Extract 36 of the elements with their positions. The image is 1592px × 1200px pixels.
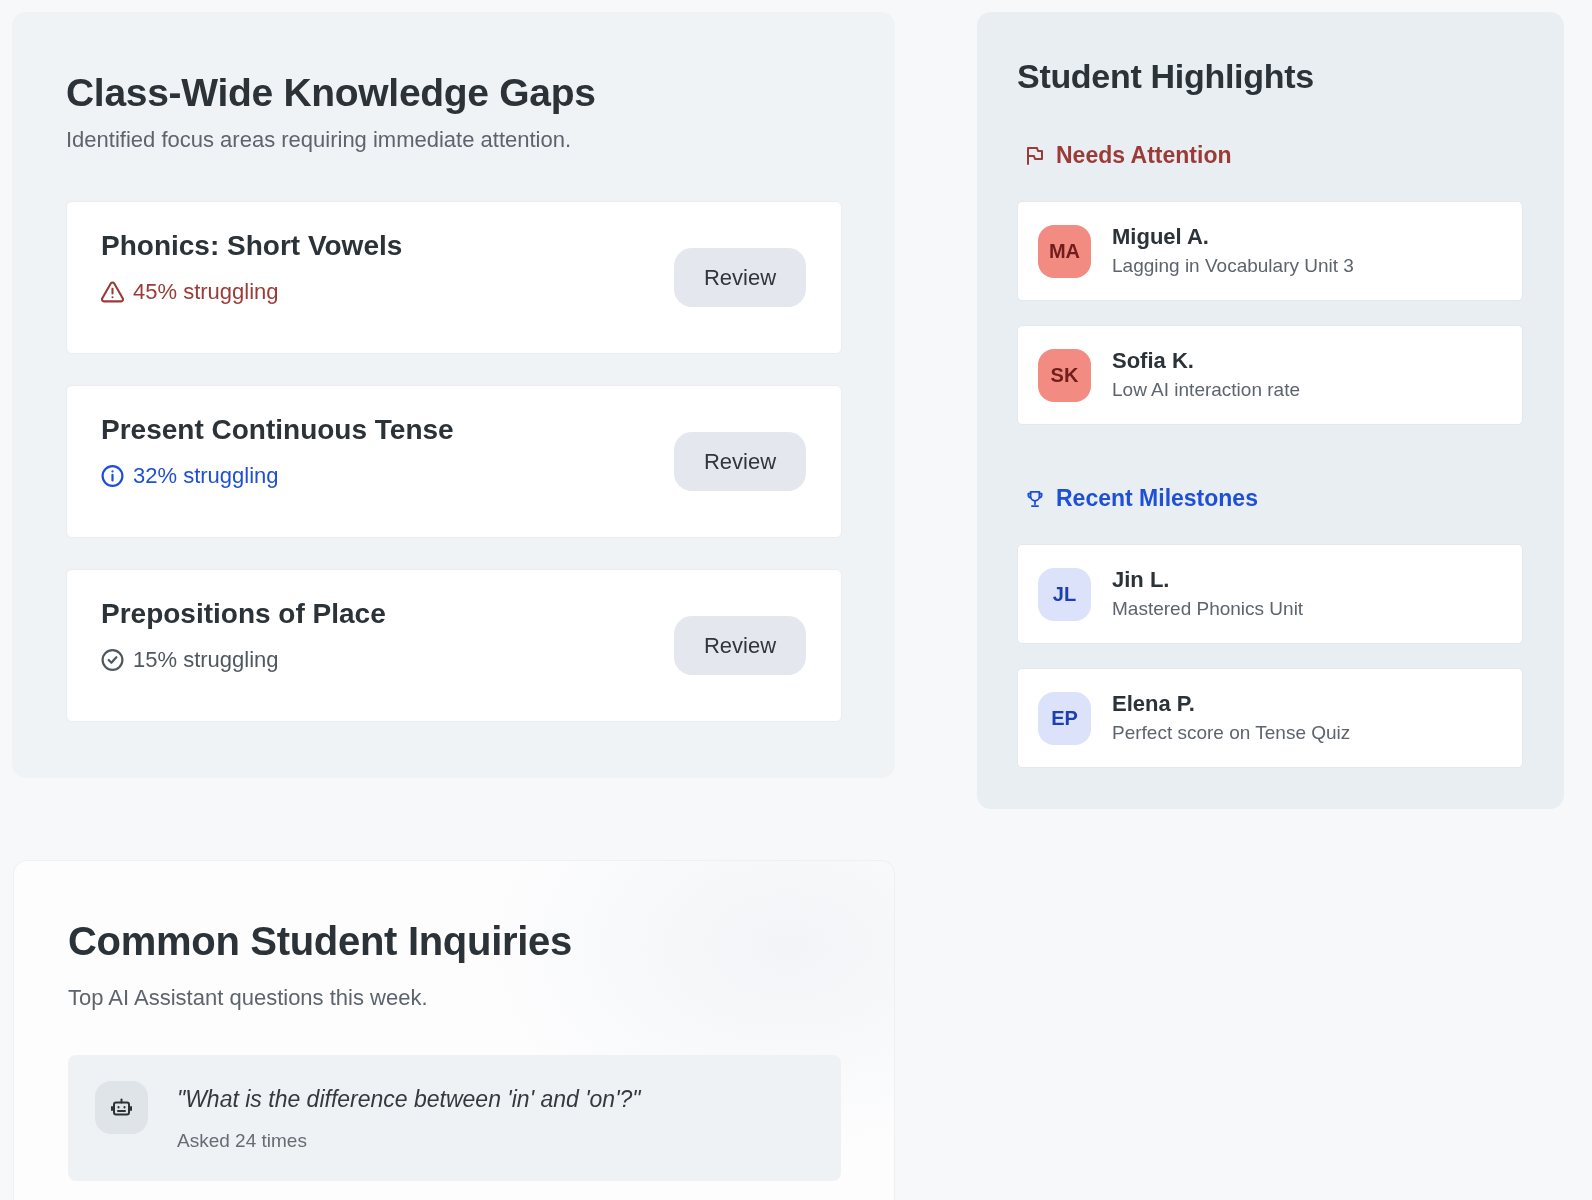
student-name: Elena P.: [1112, 690, 1196, 718]
struggling-percent: 15% struggling: [133, 646, 279, 674]
topic-name: Present Continuous Tense: [101, 413, 454, 447]
student-name: Sofia K.: [1112, 347, 1195, 375]
topic-name: Phonics: Short Vowels: [101, 229, 403, 263]
panel-subtitle: Top AI Assistant questions this week.: [68, 984, 429, 1012]
struggling-percent: 45% struggling: [133, 278, 279, 306]
struggling-percent: 32% struggling: [133, 462, 279, 490]
robot-icon: [95, 1081, 148, 1134]
review-button[interactable]: Review: [674, 248, 806, 307]
review-button[interactable]: Review: [674, 432, 806, 491]
flag-icon: [1027, 146, 1043, 165]
panel-title: Student Highlights: [1017, 56, 1315, 97]
section-heading: Needs Attention: [1056, 141, 1232, 170]
topic-name: Prepositions of Place: [101, 597, 386, 631]
panel-subtitle: Identified focus areas requiring immediate attention.: [66, 126, 573, 154]
student-note: Perfect score on Tense Quiz: [1112, 721, 1351, 745]
question-text: "What is the difference between 'in' and 'on'?": [177, 1085, 641, 1114]
student-note: Mastered Phonics Unit: [1112, 597, 1304, 621]
student-note: Lagging in Vocabulary Unit 3: [1112, 254, 1354, 278]
ask-count: Asked 24 times: [177, 1129, 308, 1153]
section-heading: Recent Milestones: [1056, 484, 1258, 513]
check-circle-icon: [101, 649, 124, 671]
review-button[interactable]: Review: [674, 616, 806, 675]
avatar: JL: [1038, 567, 1091, 621]
avatar: EP: [1038, 691, 1091, 745]
warning-icon: [101, 281, 124, 303]
student-name: Jin L.: [1112, 566, 1171, 594]
info-icon: [101, 465, 124, 487]
student-name: Miguel A.: [1112, 223, 1210, 251]
panel-title: Common Student Inquiries: [68, 918, 573, 965]
avatar: SK: [1038, 348, 1091, 402]
panel-title: Class-Wide Knowledge Gaps: [66, 70, 597, 116]
student-note: Low AI interaction rate: [1112, 378, 1300, 402]
trophy-icon: [1027, 489, 1043, 508]
avatar: MA: [1038, 224, 1091, 278]
